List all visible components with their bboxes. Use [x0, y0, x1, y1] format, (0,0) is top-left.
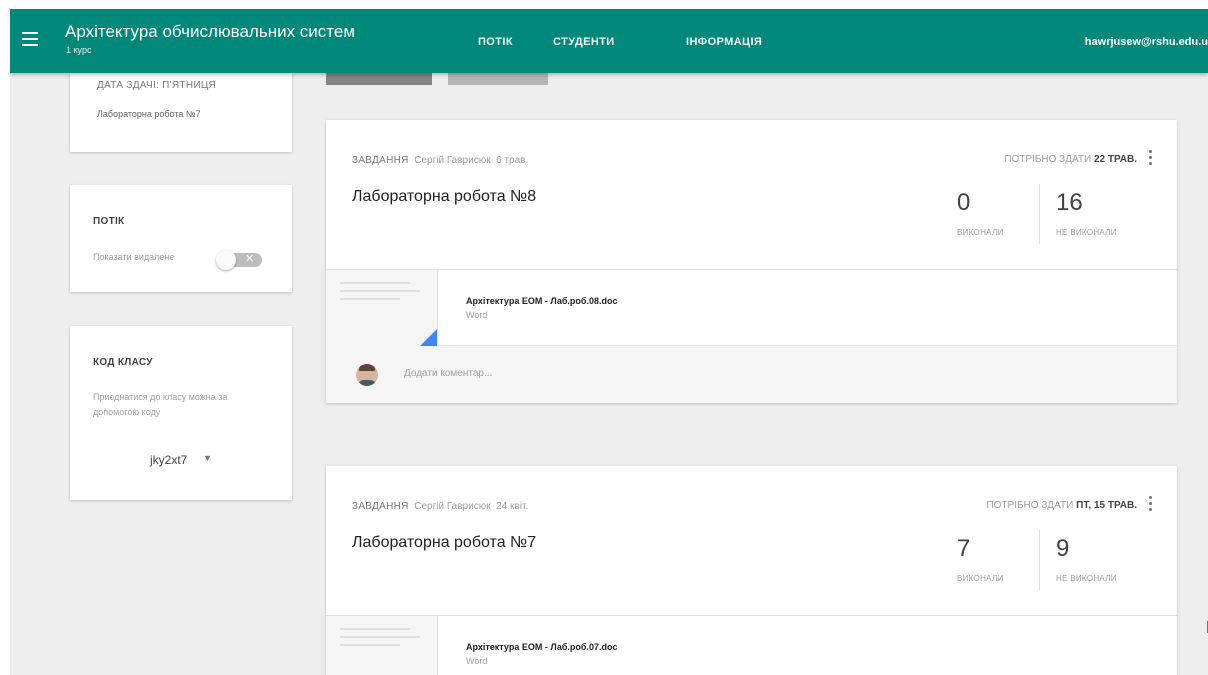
class-code-description: Приєднатися до класу можна за допомогою … [93, 392, 228, 417]
avatar [356, 364, 378, 386]
due-prefix: ПОТРІБНО ЗДАТИ [1004, 154, 1092, 165]
class-code-title: КОД КЛАСУ [93, 357, 153, 368]
assignment-author: Сергій Гаврисюк [414, 155, 491, 166]
word-file-icon [326, 270, 438, 346]
not-done-stat[interactable]: 16 НЕ ВИКОНАЛИ [1056, 189, 1117, 238]
attachment[interactable]: Архітектура ЕОМ - Лаб.роб.07.doc Word [326, 616, 1177, 675]
assignment-date: 24 квіт. [496, 501, 529, 512]
comment-input[interactable]: Додати коментар... [404, 368, 492, 379]
not-done-label: НЕ ВИКОНАЛИ [1056, 228, 1117, 237]
show-deleted-label: Показати видалене [93, 252, 175, 262]
assignment-meta: ЗАВДАННЯ Сергій Гаврисюк 24 квіт. [352, 501, 528, 512]
stream-settings-card: ПОТІК Показати видалене ✕ [70, 185, 292, 292]
tab-students[interactable]: СТУДЕНТИ [553, 36, 615, 48]
show-deleted-toggle[interactable]: ✕ [216, 250, 266, 270]
upcoming-due-label: ДАТА ЗДАЧІ: П'ЯТНИЦЯ [97, 80, 217, 91]
not-done-count: 9 [1056, 535, 1070, 562]
assignment-date: 6 трав. [496, 155, 529, 166]
class-title[interactable]: Архітектура обчислювальних систем [65, 22, 355, 42]
due-prefix: ПОТРІБНО ЗДАТИ [986, 500, 1074, 511]
assignment-type-label: ЗАВДАННЯ [352, 501, 409, 512]
attachment-name[interactable]: Архітектура ЕОМ - Лаб.роб.07.doc [466, 642, 618, 652]
done-stat[interactable]: 7 ВИКОНАЛИ [957, 535, 1004, 584]
done-count: 0 [957, 189, 971, 216]
app-bar: Архітектура обчислювальних систем 1 курс… [10, 9, 1208, 73]
stat-divider [1039, 530, 1040, 590]
class-subtitle: 1 курс [66, 45, 92, 55]
kebab-menu-icon[interactable] [1149, 496, 1153, 514]
assignment-due: ПОТРІБНО ЗДАТИ 22 ТРАВ. [1004, 154, 1137, 165]
assignment-type-label: ЗАВДАННЯ [352, 155, 409, 166]
upcoming-card: ДАТА ЗДАЧІ: П'ЯТНИЦЯ Лабораторна робота … [70, 73, 292, 152]
class-code-card: КОД КЛАСУ Приєднатися до класу можна за … [70, 326, 292, 500]
word-file-icon [326, 616, 438, 675]
attachment[interactable]: Архітектура ЕОМ - Лаб.роб.08.doc Word [326, 270, 1177, 346]
attachment-type: Word [466, 656, 488, 666]
tab-stream[interactable]: ПОТІК [478, 36, 513, 48]
close-icon: ✕ [245, 253, 255, 265]
not-done-count: 16 [1056, 189, 1083, 216]
done-label: ВИКОНАЛИ [957, 574, 1004, 583]
assignment-header[interactable]: ЗАВДАННЯ Сергій Гаврисюк 6 трав. Лаборат… [326, 120, 1177, 270]
app-frame: Архітектура обчислювальних систем 1 курс… [10, 9, 1208, 675]
chevron-down-icon[interactable]: ▼ [203, 453, 212, 463]
stat-divider [1039, 184, 1040, 244]
assignment-card[interactable]: ЗАВДАННЯ Сергій Гаврисюк 24 квіт. Лабора… [326, 466, 1177, 675]
not-done-label: НЕ ВИКОНАЛИ [1056, 574, 1117, 583]
menu-icon[interactable] [22, 32, 38, 46]
attachment-name[interactable]: Архітектура ЕОМ - Лаб.роб.08.doc [466, 296, 618, 306]
stream-settings-title: ПОТІК [93, 216, 125, 227]
tab-info[interactable]: ІНФОРМАЦІЯ [686, 36, 762, 48]
assignment-due: ПОТРІБНО ЗДАТИ ПТ, 15 ТРАВ. [986, 500, 1137, 511]
class-code-value[interactable]: jky2xt7 [150, 453, 187, 467]
assignment-title[interactable]: Лабораторна робота №8 [352, 188, 536, 206]
kebab-menu-icon[interactable] [1149, 150, 1153, 168]
due-date: 22 ТРАВ. [1093, 154, 1137, 165]
assignment-meta: ЗАВДАННЯ Сергій Гаврисюк 6 трав. [352, 155, 528, 166]
attachment-type: Word [466, 310, 488, 320]
upcoming-item-link[interactable]: Лабораторна робота №7 [97, 107, 201, 122]
comment-bar[interactable]: Додати коментар... [326, 346, 1177, 403]
composer-tabs-partial [326, 73, 548, 87]
done-stat[interactable]: 0 ВИКОНАЛИ [957, 189, 1004, 238]
assignment-author: Сергій Гаврисюк [414, 501, 491, 512]
assignment-title[interactable]: Лабораторна робота №7 [352, 534, 536, 552]
done-count: 7 [957, 535, 971, 562]
done-label: ВИКОНАЛИ [957, 228, 1004, 237]
assignment-card[interactable]: ЗАВДАННЯ Сергій Гаврисюк 6 трав. Лаборат… [326, 120, 1177, 403]
assignment-header[interactable]: ЗАВДАННЯ Сергій Гаврисюк 24 квіт. Лабора… [326, 466, 1177, 616]
user-email[interactable]: hawrjusew@rshu.edu.u [1085, 36, 1208, 48]
due-date: ПТ, 15 ТРАВ. [1076, 500, 1137, 511]
not-done-stat[interactable]: 9 НЕ ВИКОНАЛИ [1056, 535, 1117, 584]
